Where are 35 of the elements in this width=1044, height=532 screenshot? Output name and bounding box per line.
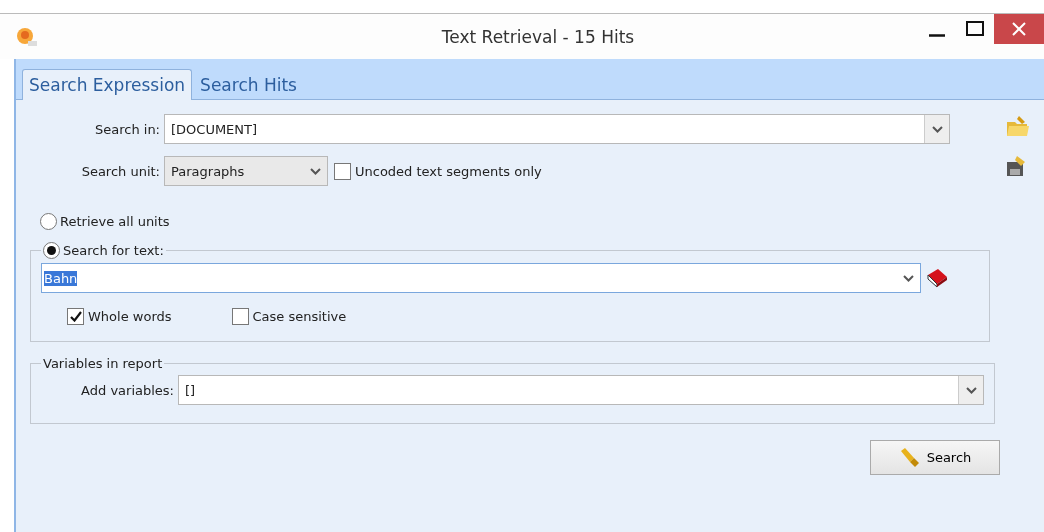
radio-button[interactable] <box>40 212 57 230</box>
checkmark-icon <box>69 310 82 322</box>
chevron-down-icon <box>931 125 943 133</box>
search-in-dropdown[interactable]: [DOCUMENT] <box>164 114 950 144</box>
chevron-down-icon <box>309 167 321 175</box>
radio-label: Retrieve all units <box>60 213 170 229</box>
field-label: Search in: <box>93 121 161 137</box>
chevron-down-icon <box>965 386 977 394</box>
checkbox[interactable] <box>334 162 351 180</box>
field-label: Search unit: <box>80 163 161 179</box>
field-label: Add variables: <box>80 382 175 398</box>
add-variables-dropdown[interactable]: [] <box>178 375 984 405</box>
book-icon[interactable] <box>925 267 949 289</box>
checkbox-label: Case sensitive <box>252 308 347 324</box>
checkbox-label: Whole words <box>88 308 172 324</box>
search-button[interactable]: Search <box>870 440 1000 475</box>
maximize-icon <box>966 21 984 37</box>
tab[interactable]: Search Hits <box>194 71 303 99</box>
close-icon <box>1012 22 1026 36</box>
close-button[interactable] <box>994 14 1044 44</box>
minimize-icon <box>929 33 945 37</box>
radio-button[interactable] <box>43 242 60 259</box>
window-title: Text Retrieval - 15 Hits <box>440 26 635 47</box>
app-logo-icon <box>16 26 38 47</box>
search-text-field[interactable]: Bahn <box>41 263 921 293</box>
checkbox-label: Uncoded text segments only <box>355 163 542 179</box>
chevron-down-icon <box>902 274 914 282</box>
selected-text: Bahn <box>44 270 78 286</box>
checkbox[interactable] <box>67 307 84 325</box>
group-legend: Variables in report <box>43 356 163 371</box>
checkbox[interactable] <box>231 307 249 325</box>
radio-label: Search for text: <box>63 243 164 258</box>
tab[interactable]: Search Expression <box>22 69 193 100</box>
search-unit-dropdown[interactable]: Paragraphs <box>164 156 328 186</box>
flashlight-icon <box>898 446 921 469</box>
